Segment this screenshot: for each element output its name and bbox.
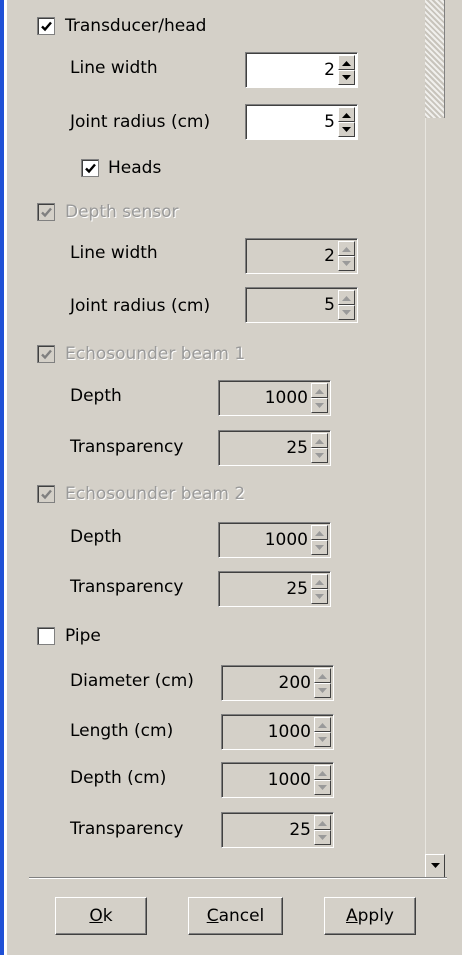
arrow-down-icon[interactable] <box>338 256 355 271</box>
arrow-down-icon[interactable] <box>311 398 328 413</box>
arrow-up-icon[interactable] <box>311 574 328 589</box>
beam1-transparency-label: Transparency <box>70 437 184 457</box>
transducer-joint-radius-label: Joint radius (cm) <box>70 112 211 132</box>
beam2-checkbox-row[interactable]: Echosounder beam 2 <box>37 476 337 512</box>
transducer-line-width-spinner[interactable]: 2 <box>245 52 358 88</box>
transducer-checkbox[interactable] <box>37 17 55 35</box>
spinner-value: 2 <box>324 60 335 80</box>
beam2-label: Echosounder beam 2 <box>65 484 246 504</box>
spinner-value: 1000 <box>264 388 308 408</box>
pipe-checkbox[interactable] <box>37 627 55 645</box>
pipe-diameter-spinner[interactable]: 200 <box>221 665 334 701</box>
ok-button[interactable]: Ok <box>55 897 147 935</box>
arrow-down-icon[interactable] <box>338 122 355 137</box>
scrollbar-thumb[interactable] <box>425 0 445 118</box>
spinner-value: 5 <box>324 295 335 315</box>
beam1-depth-label: Depth <box>70 386 122 406</box>
arrow-up-icon[interactable] <box>314 765 331 780</box>
apply-button-label: pply <box>357 906 394 926</box>
heads-checkbox-row[interactable]: Heads <box>81 150 281 186</box>
beam1-checkbox-row[interactable]: Echosounder beam 1 <box>37 336 337 372</box>
spinner-value: 1000 <box>267 722 311 742</box>
arrow-down-icon[interactable] <box>314 780 331 795</box>
arrow-up-icon[interactable] <box>314 668 331 683</box>
depth-sensor-checkbox-row[interactable]: Depth sensor <box>37 194 337 230</box>
beam1-transparency-spinner[interactable]: 25 <box>218 430 331 466</box>
beam1-depth-spinner[interactable]: 1000 <box>218 380 331 416</box>
arrow-down-icon <box>430 863 440 868</box>
check-icon <box>40 207 52 217</box>
spinner-value: 25 <box>286 579 308 599</box>
arrow-up-icon[interactable] <box>338 241 355 256</box>
cancel-button[interactable]: Cancel <box>188 897 283 935</box>
transducer-label: Transducer/head <box>65 16 207 36</box>
transducer-checkbox-row[interactable]: Transducer/head <box>37 8 337 44</box>
heads-label: Heads <box>108 158 162 178</box>
arrow-up-icon[interactable] <box>314 815 331 830</box>
spinner-value: 2 <box>324 246 335 266</box>
arrow-up-icon[interactable] <box>338 290 355 305</box>
pipe-depth-spinner[interactable]: 1000 <box>221 762 334 798</box>
transducer-line-width-label: Line width <box>70 58 158 78</box>
pipe-transparency-spinner[interactable]: 25 <box>221 812 334 848</box>
check-icon <box>40 21 52 31</box>
cancel-button-label: ancel <box>218 906 265 926</box>
beam2-depth-spinner[interactable]: 1000 <box>218 522 331 558</box>
pipe-diameter-label: Diameter (cm) <box>70 671 194 691</box>
pipe-transparency-label: Transparency <box>70 819 184 839</box>
scroll-down-button[interactable] <box>425 854 445 878</box>
cancel-mnemonic: C <box>206 906 219 926</box>
spinner-value: 1000 <box>264 530 308 550</box>
arrow-up-icon[interactable] <box>311 525 328 540</box>
arrow-down-icon[interactable] <box>314 683 331 698</box>
arrow-up-icon[interactable] <box>338 107 355 122</box>
beam2-transparency-label: Transparency <box>70 577 184 597</box>
spinner-value: 1000 <box>267 770 311 790</box>
depth-sensor-label: Depth sensor <box>65 202 179 222</box>
heads-checkbox[interactable] <box>81 159 99 177</box>
vertical-scrollbar[interactable] <box>425 0 445 878</box>
beam2-depth-label: Depth <box>70 527 122 547</box>
depth-sensor-joint-radius-spinner[interactable]: 5 <box>245 287 358 323</box>
pipe-length-label: Length (cm) <box>70 721 174 741</box>
scrollbar-track[interactable] <box>425 118 445 854</box>
ok-mnemonic: O <box>89 906 103 926</box>
pipe-label: Pipe <box>65 626 101 646</box>
spinner-value: 25 <box>286 438 308 458</box>
check-icon <box>40 489 52 499</box>
transducer-joint-radius-spinner[interactable]: 5 <box>245 104 358 140</box>
arrow-down-icon[interactable] <box>311 448 328 463</box>
arrow-up-icon[interactable] <box>338 55 355 70</box>
pipe-checkbox-row[interactable]: Pipe <box>37 618 337 654</box>
spinner-value: 5 <box>324 112 335 132</box>
depth-sensor-joint-radius-label: Joint radius (cm) <box>70 296 211 316</box>
spinner-value: 25 <box>289 820 311 840</box>
depth-sensor-line-width-spinner[interactable]: 2 <box>245 238 358 274</box>
arrow-up-icon[interactable] <box>311 433 328 448</box>
arrow-down-icon[interactable] <box>311 540 328 555</box>
arrow-up-icon[interactable] <box>314 717 331 732</box>
ok-button-label: k <box>102 906 113 926</box>
apply-button[interactable]: Apply <box>324 897 416 935</box>
arrow-down-icon[interactable] <box>338 70 355 85</box>
beam2-transparency-spinner[interactable]: 25 <box>218 571 331 607</box>
depth-sensor-line-width-label: Line width <box>70 243 158 263</box>
beam1-label: Echosounder beam 1 <box>65 344 246 364</box>
depth-sensor-checkbox[interactable] <box>37 203 55 221</box>
beam1-checkbox[interactable] <box>37 345 55 363</box>
arrow-up-icon[interactable] <box>311 383 328 398</box>
arrow-down-icon[interactable] <box>314 830 331 845</box>
spinner-value: 200 <box>278 673 311 693</box>
pipe-length-spinner[interactable]: 1000 <box>221 714 334 750</box>
arrow-down-icon[interactable] <box>314 732 331 747</box>
check-icon <box>40 349 52 359</box>
options-panel: Transducer/head Line width 2 Joint radiu… <box>7 0 462 955</box>
arrow-down-icon[interactable] <box>311 589 328 604</box>
arrow-down-icon[interactable] <box>338 305 355 320</box>
pipe-depth-label: Depth (cm) <box>70 768 167 788</box>
button-divider <box>29 877 447 879</box>
beam2-checkbox[interactable] <box>37 485 55 503</box>
apply-mnemonic: A <box>345 906 358 926</box>
check-icon <box>84 163 96 173</box>
